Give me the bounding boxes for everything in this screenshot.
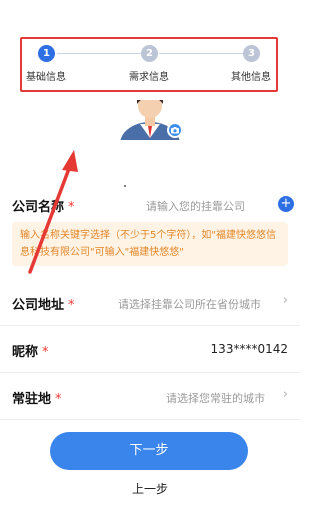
- stepper-connector: [159, 53, 243, 54]
- nickname-row[interactable]: 昵称 * 133****0142: [0, 327, 300, 373]
- required-mark: *: [42, 345, 49, 360]
- company-address-label: 公司地址 *: [12, 298, 75, 313]
- nickname-field[interactable]: 133****0142: [211, 342, 288, 356]
- required-mark: *: [55, 392, 62, 407]
- required-mark: *: [68, 298, 75, 313]
- step-3-indicator: 3: [243, 45, 260, 62]
- previous-step-button[interactable]: 上一步: [110, 480, 190, 497]
- stepper-connector: [57, 53, 141, 54]
- company-name-hint: 输入名称关键字选择（不少于5个字符），如"福建快悠悠信息科技有限公司"可输入"福…: [12, 222, 288, 266]
- required-mark: *: [68, 200, 75, 215]
- residence-select[interactable]: 请选择您常驻的城市: [166, 390, 265, 406]
- company-name-label: 公司名称 *: [12, 200, 75, 215]
- next-step-button[interactable]: 下一步: [50, 432, 248, 470]
- camera-icon[interactable]: [167, 122, 183, 138]
- residence-row[interactable]: 常驻地 * 请选择您常驻的城市 ›: [0, 374, 300, 420]
- step-3-label: 其他信息: [231, 72, 271, 83]
- step-1-indicator: 1: [38, 45, 55, 62]
- step-2-indicator: 2: [141, 45, 158, 62]
- chevron-right-icon: ›: [282, 293, 288, 308]
- residence-label: 常驻地 *: [12, 392, 62, 407]
- chevron-right-icon: ›: [282, 387, 288, 402]
- company-address-select[interactable]: 请选择挂靠公司所在省份城市: [118, 296, 261, 312]
- company-name-input[interactable]: 请输入您的挂靠公司: [146, 198, 245, 214]
- add-company-button[interactable]: +: [278, 196, 294, 212]
- step-2-label: 需求信息: [129, 72, 169, 83]
- company-address-row[interactable]: 公司地址 * 请选择挂靠公司所在省份城市 ›: [0, 280, 300, 326]
- step-1-label: 基础信息: [26, 72, 66, 83]
- nickname-label: 昵称 *: [12, 345, 49, 360]
